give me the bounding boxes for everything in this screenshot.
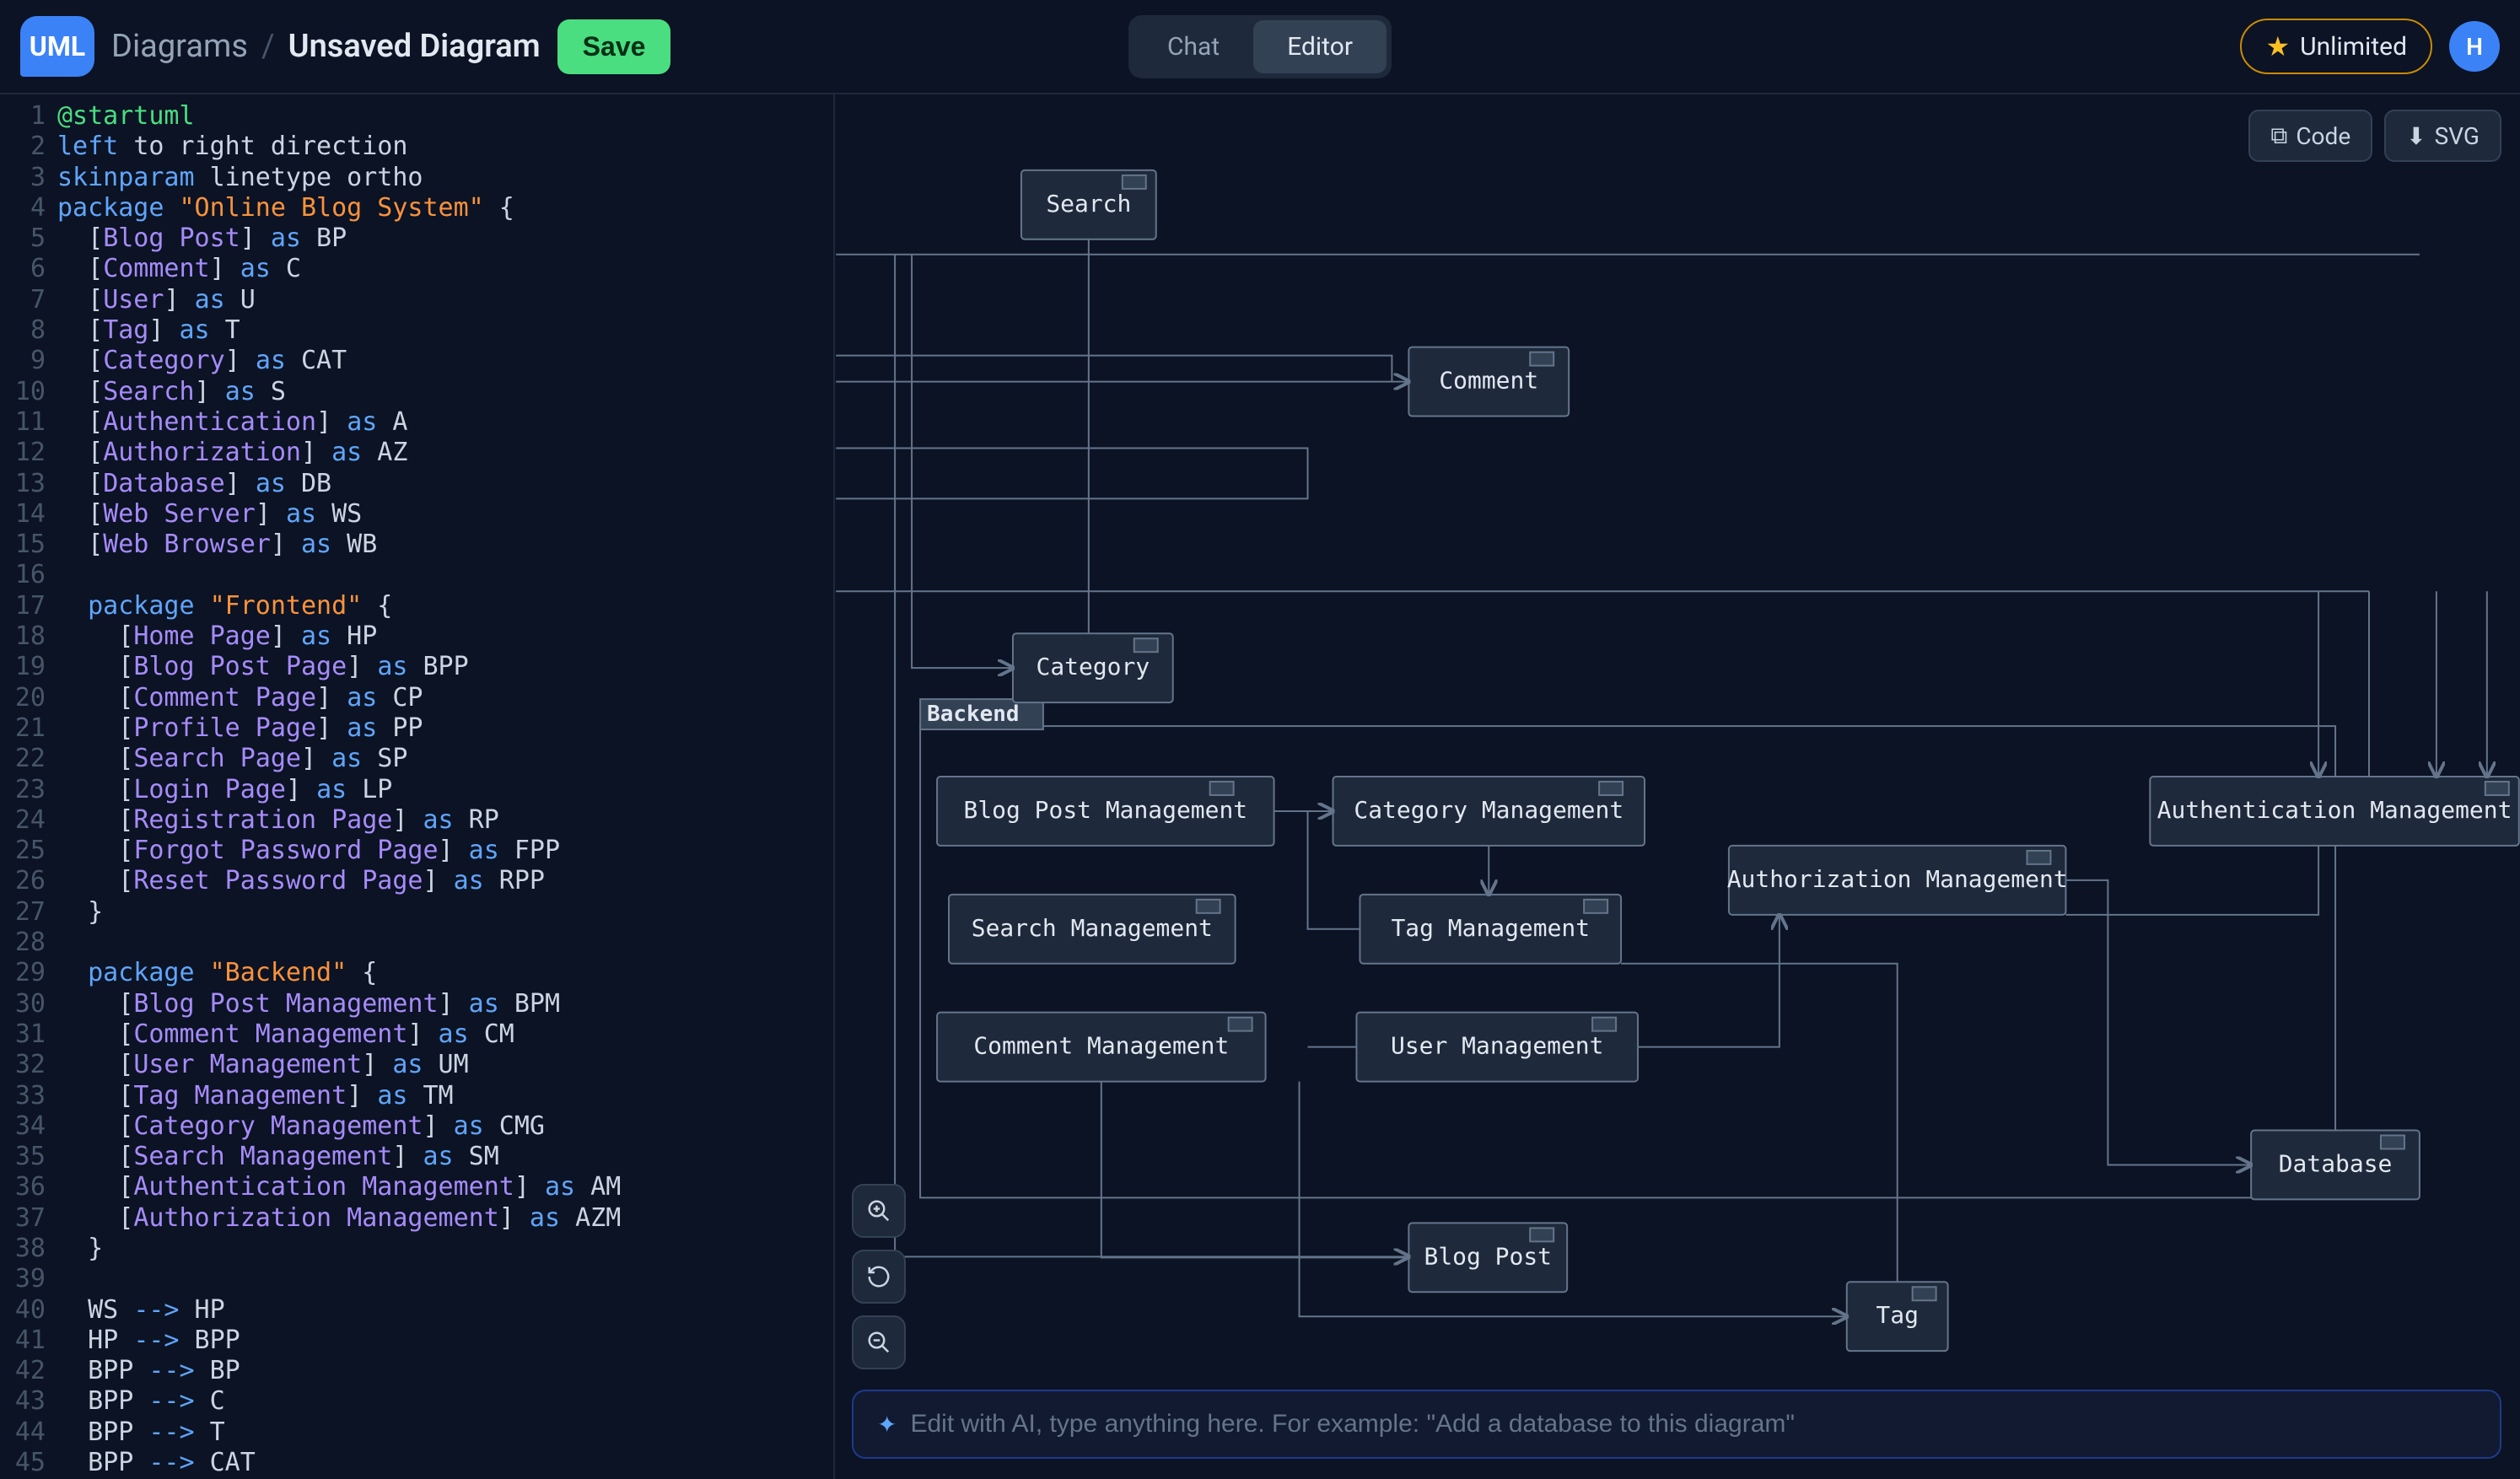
breadcrumb: Diagrams / Unsaved Diagram <box>111 28 541 65</box>
svg-text:Category Management: Category Management <box>1354 796 1623 824</box>
main-split: 1234567891011121314151617181920212223242… <box>0 93 2520 1479</box>
app-logo[interactable]: UML <box>20 16 94 77</box>
svg-text:User Management: User Management <box>1391 1032 1603 1060</box>
save-button[interactable]: Save <box>557 19 671 74</box>
download-svg-button[interactable]: ⬇ SVG <box>2384 110 2501 162</box>
code-editor[interactable]: 1234567891011121314151617181920212223242… <box>0 94 835 1479</box>
node-comment[interactable]: Comment <box>1408 347 1569 417</box>
node-um[interactable]: User Management <box>1356 1013 1638 1082</box>
copy-code-button[interactable]: ⧉ Code <box>2248 110 2372 162</box>
svg-text:Comment: Comment <box>1439 367 1538 395</box>
node-db[interactable]: Database <box>2251 1131 2420 1200</box>
star-icon: ★ <box>2265 30 2290 62</box>
zoom-in-button[interactable] <box>852 1184 906 1238</box>
sparkle-icon: ✦ <box>877 1411 897 1439</box>
copy-icon: ⧉ <box>2270 121 2287 150</box>
zoom-controls <box>852 1184 906 1369</box>
line-gutter: 1234567891011121314151617181920212223242… <box>0 94 57 1479</box>
app-header: UML Diagrams / Unsaved Diagram Save Chat… <box>0 0 2520 93</box>
node-am[interactable]: Authentication Management <box>2150 777 2518 846</box>
node-bp[interactable]: Blog Post <box>1408 1223 1567 1292</box>
svg-text:Search Management: Search Management <box>972 914 1213 942</box>
node-tag[interactable]: Tag <box>1847 1282 1948 1351</box>
refresh-icon <box>866 1264 891 1289</box>
node-bpm[interactable]: Blog Post Management <box>937 777 1274 846</box>
node-sm[interactable]: Search Management <box>949 895 1236 964</box>
node-cmg[interactable]: Category Management <box>1333 777 1645 846</box>
node-azm[interactable]: Authorization Management <box>1727 846 2068 915</box>
zoom-out-icon <box>866 1330 891 1355</box>
tab-chat[interactable]: Chat <box>1133 20 1253 73</box>
reset-zoom-button[interactable] <box>852 1250 906 1304</box>
svg-text:Authentication Management: Authentication Management <box>2157 796 2512 824</box>
svg-text:Blog Post Management: Blog Post Management <box>964 796 1248 824</box>
zoom-in-icon <box>866 1198 891 1224</box>
zoom-out-button[interactable] <box>852 1315 906 1369</box>
plan-label: Unlimited <box>2300 32 2407 62</box>
download-svg-label: SVG <box>2435 122 2480 150</box>
node-tm[interactable]: Tag Management <box>1360 895 1621 964</box>
backend-package-label: Backend <box>927 702 1019 727</box>
code-content[interactable]: @startumlleft to right directionskinpara… <box>57 94 833 1479</box>
node-category[interactable]: Category <box>1013 633 1173 702</box>
canvas-toolbar: ⧉ Code ⬇ SVG <box>2248 110 2501 162</box>
breadcrumb-separator: / <box>261 28 275 65</box>
copy-code-label: Code <box>2296 122 2350 150</box>
diagram-canvas[interactable]: Backend Search Comment Category Blog Po <box>835 94 2520 1479</box>
svg-text:Tag: Tag <box>1876 1301 1919 1329</box>
svg-text:Category: Category <box>1037 653 1150 680</box>
svg-text:Search: Search <box>1046 190 1131 218</box>
svg-text:Database: Database <box>2279 1149 2393 1177</box>
svg-text:Authorization Management: Authorization Management <box>1727 865 2068 893</box>
user-avatar[interactable]: H <box>2449 21 2500 72</box>
breadcrumb-root[interactable]: Diagrams <box>111 28 248 65</box>
breadcrumb-current[interactable]: Unsaved Diagram <box>288 28 541 65</box>
download-icon: ⬇ <box>2406 122 2426 150</box>
plan-badge[interactable]: ★ Unlimited <box>2240 19 2432 74</box>
diagram-svg: Backend Search Comment Category Blog Po <box>835 94 2520 1479</box>
svg-text:Blog Post: Blog Post <box>1424 1242 1552 1270</box>
svg-text:Tag Management: Tag Management <box>1391 914 1590 942</box>
mode-tabs: Chat Editor <box>1128 15 1392 78</box>
tab-editor[interactable]: Editor <box>1253 20 1387 73</box>
node-search[interactable]: Search <box>1021 170 1156 239</box>
ai-prompt-bar[interactable]: ✦ <box>852 1390 2501 1459</box>
ai-prompt-input[interactable] <box>910 1410 2476 1439</box>
node-cm[interactable]: Comment Management <box>937 1013 1266 1082</box>
svg-text:Comment Management: Comment Management <box>973 1032 1229 1060</box>
